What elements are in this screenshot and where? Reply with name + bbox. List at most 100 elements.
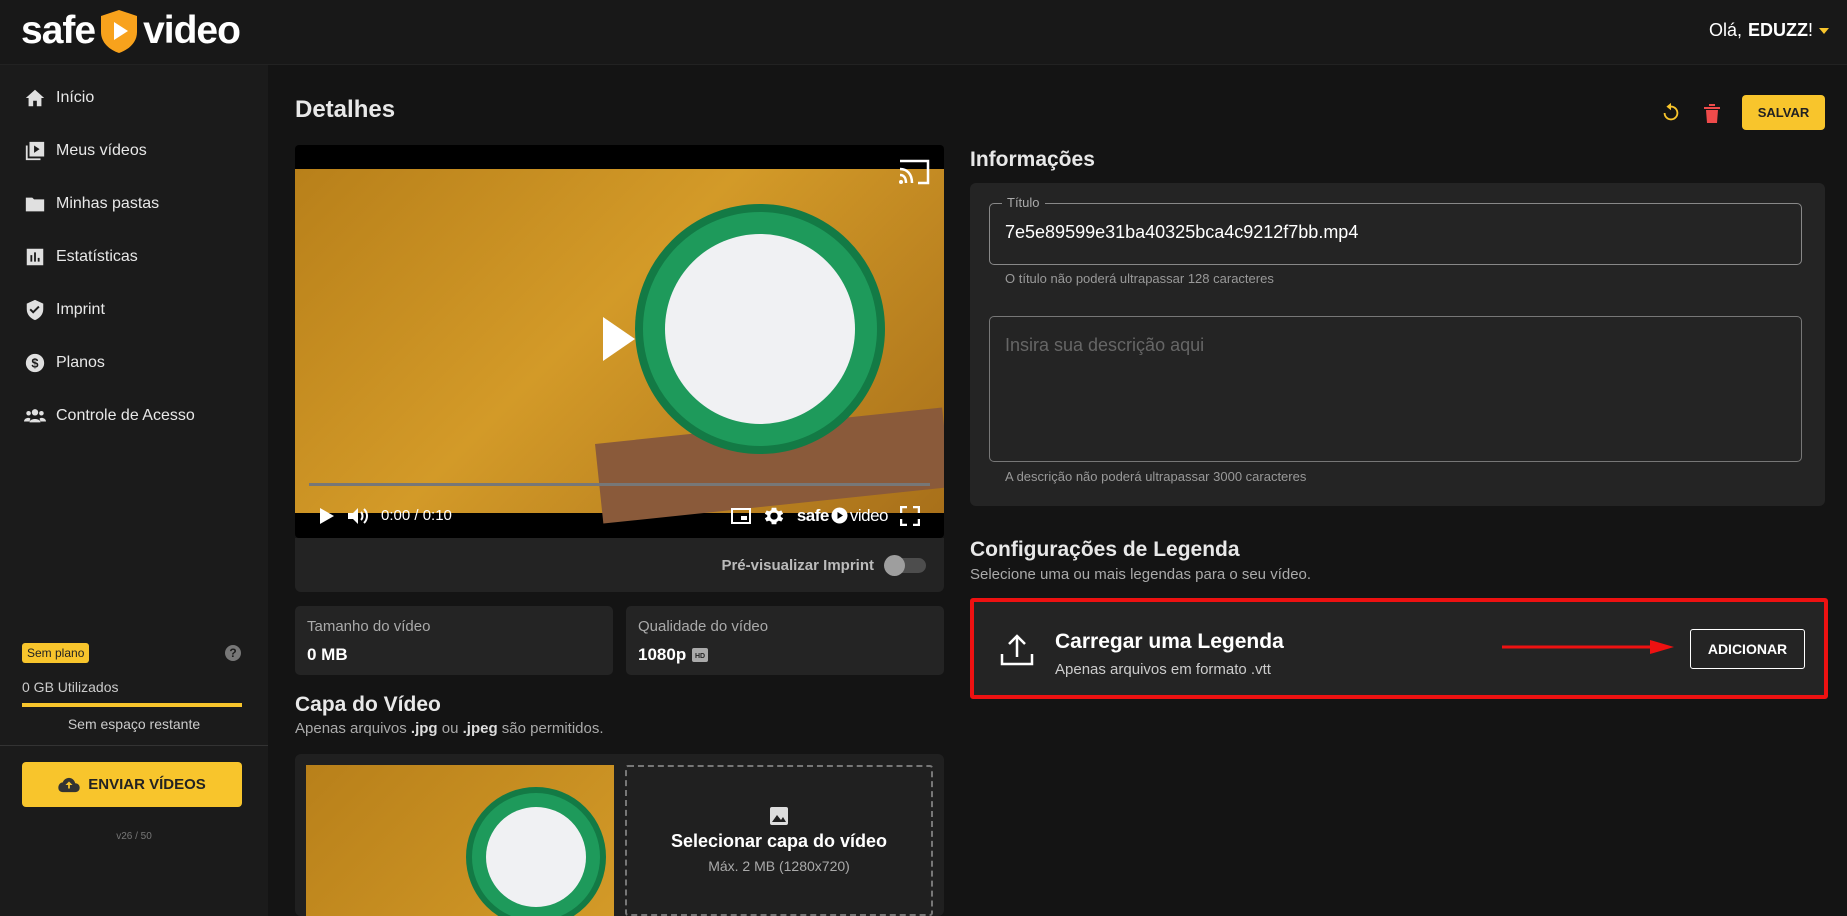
subtitles-title: Configurações de Legenda xyxy=(970,538,1240,561)
page-title: Detalhes xyxy=(295,96,396,123)
bar-chart-icon xyxy=(26,248,44,266)
imprint-preview-row: Pré-visualizar Imprint xyxy=(295,538,944,592)
cover-sub-text: Apenas arquivos xyxy=(295,720,411,737)
clock xyxy=(635,204,885,454)
sidebar-item-label: Controle de Acesso xyxy=(56,407,195,424)
add-subtitle-button[interactable]: ADICIONAR xyxy=(1690,629,1805,669)
cover-sub-jpeg: .jpeg xyxy=(462,720,498,737)
player-controls: 0:00 / 0:10 safe video xyxy=(295,493,944,538)
cover-box: Selecionar capa do vídeo Máx. 2 MB (1280… xyxy=(295,754,944,916)
caret-down-icon xyxy=(1819,27,1829,34)
upload-subtitle-hint: Apenas arquivos em formato .vtt xyxy=(1055,661,1271,678)
home-icon xyxy=(25,89,45,107)
image-icon xyxy=(770,807,788,825)
cover-sub-jpg: .jpg xyxy=(410,720,438,737)
reset-icon[interactable] xyxy=(1660,102,1682,124)
storage-used: 0 GB Utilizados xyxy=(22,679,119,695)
sidebar-item-label: Imprint xyxy=(56,301,105,318)
sidebar-item-label: Planos xyxy=(56,354,105,371)
version: v26 / 50 xyxy=(116,831,152,842)
sidebar-divider xyxy=(0,745,268,746)
imprint-preview-label: Pré-visualizar Imprint xyxy=(721,556,874,574)
imprint-preview-toggle[interactable] xyxy=(884,554,926,576)
greeting: Olá, xyxy=(1708,20,1742,40)
top-bar: safe video Olá, EDUZZ! xyxy=(0,0,1847,65)
sidebar-item-inicio[interactable]: Início xyxy=(0,75,268,121)
video-size-card: Tamanho do vídeo 0 MB xyxy=(295,606,613,675)
title-field-label: Título xyxy=(1002,195,1045,210)
logo-text-right: video xyxy=(143,9,241,52)
play-circle-icon xyxy=(831,507,848,524)
user-menu[interactable]: Olá, EDUZZ! xyxy=(1709,20,1829,41)
sidebar-item-minhas-pastas[interactable]: Minhas pastas xyxy=(0,181,268,227)
sidebar-item-estatisticas[interactable]: Estatísticas xyxy=(0,234,268,280)
cast-icon[interactable] xyxy=(898,159,930,185)
arrow-right-icon xyxy=(1502,640,1674,654)
svg-text:HD: HD xyxy=(695,653,705,660)
sidebar-item-label: Minhas pastas xyxy=(56,195,160,212)
play-shield-icon xyxy=(101,10,138,53)
greeting-suffix: ! xyxy=(1807,20,1813,40)
info-box: Título 7e5e89599e31ba40325bca4c9212f7bb.… xyxy=(970,183,1825,506)
settings-icon[interactable] xyxy=(763,505,785,527)
play-overlay-icon[interactable] xyxy=(601,315,637,363)
shield-check-icon xyxy=(26,299,44,321)
storage-free: Sem espaço restante xyxy=(67,716,201,732)
player-brand-left: safe xyxy=(796,505,830,525)
sidebar-item-controle-de-acesso[interactable]: Controle de Acesso xyxy=(0,393,268,439)
play-icon[interactable] xyxy=(319,507,335,525)
title-field-value: 7e5e89599e31ba40325bca4c9212f7bb.mp4 xyxy=(1005,222,1359,242)
upload-subtitle-title: Carregar uma Legenda xyxy=(1055,630,1284,653)
logo-text-left: safe xyxy=(21,9,96,52)
info-title: Informações xyxy=(970,148,1095,171)
title-help-text: O título não poderá ultrapassar 128 cara… xyxy=(1005,271,1274,286)
svg-text:$: $ xyxy=(31,356,38,371)
description-help-text: A descrição não poderá ultrapassar 3000 … xyxy=(1005,469,1307,484)
send-videos-label: ENVIAR VÍDEOS xyxy=(88,776,206,793)
save-button[interactable]: SALVAR xyxy=(1742,95,1825,130)
video-size-value: 0 MB xyxy=(307,645,348,664)
video-player[interactable]: 0:00 / 0:10 safe video xyxy=(295,145,944,538)
people-icon xyxy=(24,409,46,423)
upload-icon xyxy=(1000,634,1034,666)
select-cover-button[interactable]: Selecionar capa do vídeo Máx. 2 MB (1280… xyxy=(625,765,933,916)
picture-in-picture-icon[interactable] xyxy=(730,507,751,524)
player-brand-right: video xyxy=(849,505,889,525)
cover-thumbnail[interactable] xyxy=(306,765,614,916)
dollar-circle-icon: $ xyxy=(25,353,45,373)
cloud-upload-icon xyxy=(58,777,80,792)
video-quality-value: 1080p xyxy=(638,645,687,664)
cover-subtitle: Apenas arquivos .jpg ou .jpeg são permit… xyxy=(295,720,604,737)
send-videos-button[interactable]: ENVIAR VÍDEOS xyxy=(22,762,242,807)
player-brand[interactable]: safe video xyxy=(796,505,889,526)
subtitles-subtitle: Selecione uma ou mais legendas para o se… xyxy=(970,566,1312,583)
user-name: EDUZZ xyxy=(1747,20,1808,40)
toggle-knob xyxy=(884,554,905,576)
subtitle-upload-card: Carregar uma Legenda Apenas arquivos em … xyxy=(970,598,1828,699)
clock-face xyxy=(665,234,855,424)
cover-clock xyxy=(466,787,606,916)
page-actions: SALVAR xyxy=(1660,95,1825,130)
sidebar-item-label: Início xyxy=(56,89,95,106)
help-icon[interactable]: ? xyxy=(225,645,241,661)
folder-icon xyxy=(25,197,45,212)
video-quality-label: Qualidade do vídeo xyxy=(638,618,769,635)
fullscreen-icon[interactable] xyxy=(900,505,920,526)
progress-bar[interactable] xyxy=(309,483,930,486)
cover-sub-or: ou xyxy=(437,720,463,737)
select-cover-title: Selecionar capa do vídeo xyxy=(670,831,888,851)
sidebar-item-planos[interactable]: $ Planos xyxy=(0,340,268,386)
logo[interactable]: safe video xyxy=(21,6,241,56)
sidebar-item-label: Meus vídeos xyxy=(56,142,147,159)
trash-icon[interactable] xyxy=(1702,102,1722,124)
sidebar-item-imprint[interactable]: Imprint xyxy=(0,287,268,333)
cover-sub-end: são permitidos. xyxy=(497,720,604,737)
select-cover-hint: Máx. 2 MB (1280x720) xyxy=(708,858,850,874)
description-field[interactable]: Insira sua descrição aqui xyxy=(989,316,1802,462)
cover-title: Capa do Vídeo xyxy=(295,693,441,716)
title-field[interactable]: Título 7e5e89599e31ba40325bca4c9212f7bb.… xyxy=(989,195,1802,265)
hd-icon: HD xyxy=(692,648,709,662)
sidebar-item-meus-videos[interactable]: Meus vídeos xyxy=(0,128,268,174)
volume-icon[interactable] xyxy=(347,506,369,526)
video-library-icon xyxy=(25,141,45,161)
